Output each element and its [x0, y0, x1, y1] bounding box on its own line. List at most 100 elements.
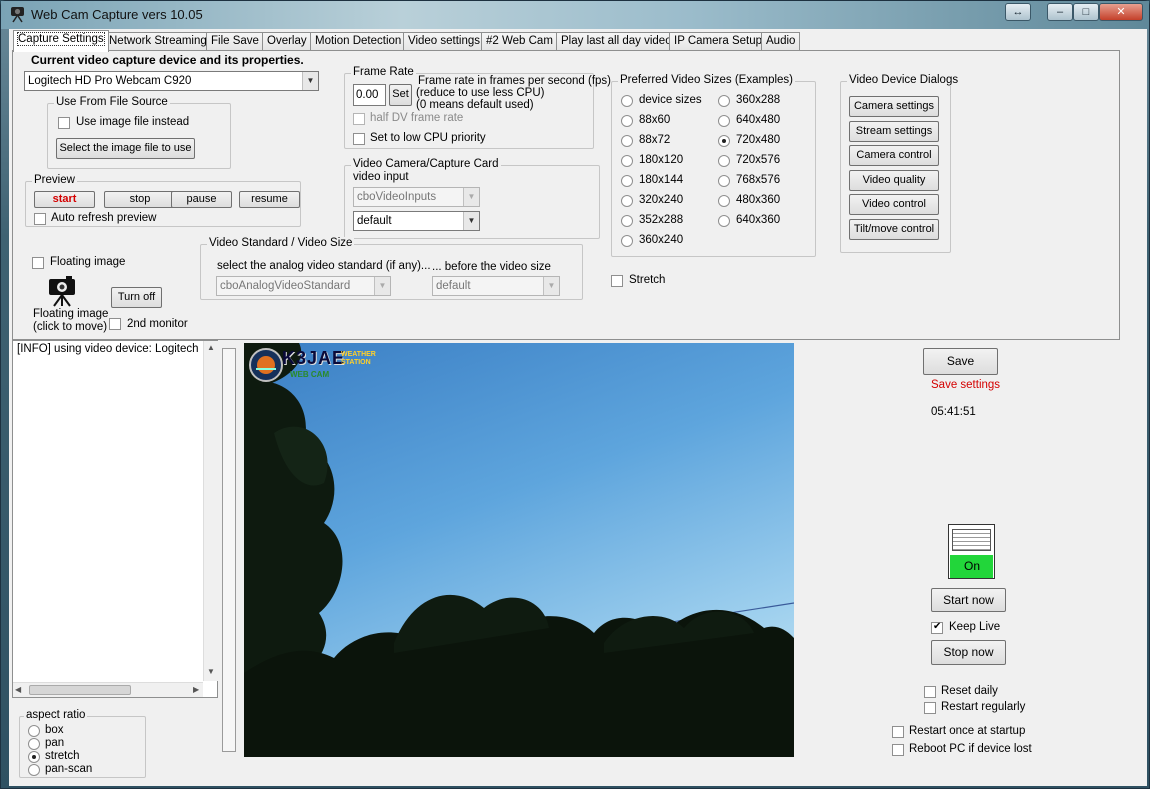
capture-heading: Current video capture device and its pro…: [31, 53, 304, 67]
size-label-360x240: 360x240: [639, 234, 684, 246]
turn-off-button[interactable]: Turn off: [111, 287, 162, 308]
keep-live-checkbox[interactable]: [931, 621, 943, 634]
camera-scene: [244, 343, 794, 757]
scroll-down-icon[interactable]: ▼: [207, 667, 215, 676]
horizontal-scrollbar[interactable]: ◀ ▶: [13, 682, 203, 697]
video-inputs-combo[interactable]: cboVideoInputs ▼: [353, 187, 480, 207]
floating-image-checkbox[interactable]: [32, 257, 44, 269]
tab-2-web-cam[interactable]: #2 Web Cam: [481, 32, 558, 51]
title-bar[interactable]: Web Cam Capture vers 10.05 ↔ – □ ✕: [1, 1, 1149, 29]
tab-network-streaming[interactable]: Network Streaming: [104, 32, 212, 51]
video-control-button[interactable]: Video control: [849, 194, 939, 215]
scroll-left-icon[interactable]: ◀: [15, 685, 21, 694]
video-inputs-value: cboVideoInputs: [357, 191, 437, 203]
size-radio-180x120[interactable]: [621, 155, 633, 167]
tab-capture-settings[interactable]: Capture Settings: [13, 30, 109, 52]
video-size-value: default: [436, 280, 471, 292]
video-size-combo[interactable]: default ▼: [432, 276, 560, 296]
frame-rate-set-button[interactable]: Set: [389, 84, 412, 106]
minimize-button[interactable]: –: [1047, 3, 1073, 21]
tab-play-last-all-day-video[interactable]: Play last all day video: [556, 32, 677, 51]
chevron-down-icon: ▼: [302, 72, 318, 90]
video-quality-button[interactable]: Video quality: [849, 170, 939, 191]
half-dv-label: half DV frame rate: [370, 112, 464, 124]
aspect-radio-pan-scan[interactable]: [28, 764, 40, 776]
preview-start-button[interactable]: start: [34, 191, 95, 208]
camera-settings-button[interactable]: Camera settings: [849, 96, 939, 117]
capture-card-group: Video Camera/Capture Card video input cb…: [344, 158, 600, 239]
auto-refresh-checkbox[interactable]: [34, 213, 46, 225]
stretch-checkbox[interactable]: [611, 275, 623, 287]
second-monitor-checkbox[interactable]: [109, 318, 121, 330]
size-radio-720x576[interactable]: [718, 155, 730, 167]
stop-now-button[interactable]: Stop now: [931, 640, 1006, 665]
on-off-switch[interactable]: On: [948, 524, 995, 579]
close-button[interactable]: ✕: [1099, 3, 1143, 21]
select-image-file-button[interactable]: Select the image file to use: [56, 138, 195, 159]
frame-rate-input[interactable]: 0.00: [353, 84, 386, 106]
half-dv-checkbox[interactable]: [353, 113, 365, 125]
tab-audio[interactable]: Audio: [761, 32, 801, 51]
reset-daily-checkbox[interactable]: [924, 686, 936, 698]
aspect-radio-pan[interactable]: [28, 738, 40, 750]
camera-control-button[interactable]: Camera control: [849, 145, 939, 166]
save-button[interactable]: Save: [923, 348, 998, 375]
scroll-right-icon[interactable]: ▶: [193, 685, 199, 694]
switch-top: [952, 529, 991, 551]
log-list[interactable]: [INFO] using video device: Logitech HD ▲…: [12, 340, 218, 698]
maximize-button[interactable]: □: [1073, 3, 1099, 21]
start-now-button[interactable]: Start now: [931, 588, 1006, 612]
restart-at-startup-checkbox[interactable]: [892, 726, 904, 738]
preview-pause-button[interactable]: pause: [171, 191, 232, 208]
preview-stop-button[interactable]: stop: [104, 191, 176, 208]
size-radio-480x360[interactable]: [718, 195, 730, 207]
low-cpu-checkbox[interactable]: [353, 133, 365, 145]
tab-video-settings[interactable]: Video settings: [403, 32, 486, 51]
aspect-radio-box[interactable]: [28, 725, 40, 737]
scroll-thumb[interactable]: [29, 685, 131, 695]
tab-overlay[interactable]: Overlay: [262, 32, 312, 51]
preview-side-slider[interactable]: [222, 348, 236, 752]
chevron-down-icon: ▼: [374, 277, 390, 295]
tab-file-save[interactable]: File Save: [206, 32, 264, 51]
size-radio-320x240[interactable]: [621, 195, 633, 207]
aspect-radio-stretch[interactable]: [28, 751, 40, 763]
restart-regularly-checkbox[interactable]: [924, 702, 936, 714]
camera-preview-image[interactable]: K3JAE WEATHER STATION WEB CAM: [244, 343, 794, 757]
scroll-up-icon[interactable]: ▲: [207, 343, 215, 352]
analog-standard-value: cboAnalogVideoStandard: [220, 280, 351, 292]
camera-tripod-icon[interactable]: [46, 275, 78, 307]
second-monitor-label: 2nd monitor: [127, 318, 188, 330]
capture-device-combo[interactable]: Logitech HD Pro Webcam C920 ▼: [24, 71, 319, 91]
tilt-move-control-button[interactable]: Tilt/move control: [849, 219, 939, 240]
size-radio-device-sizes[interactable]: [621, 95, 633, 107]
size-radio-360x240[interactable]: [621, 235, 633, 247]
size-radio-640x480[interactable]: [718, 115, 730, 127]
size-radio-88x60[interactable]: [621, 115, 633, 127]
vertical-scrollbar[interactable]: ▲ ▼: [203, 341, 218, 681]
frame-rate-group: Frame Rate 0.00 Set Frame rate in frames…: [344, 66, 611, 149]
stream-settings-button[interactable]: Stream settings: [849, 121, 939, 142]
reboot-pc-checkbox[interactable]: [892, 744, 904, 756]
size-radio-640x360[interactable]: [718, 215, 730, 227]
floating-image-label: Floating image: [50, 256, 126, 268]
size-radio-720x480[interactable]: [718, 135, 730, 147]
preview-resume-button[interactable]: resume: [239, 191, 300, 208]
size-radio-768x576[interactable]: [718, 175, 730, 187]
use-image-file-checkbox[interactable]: [58, 117, 70, 129]
size-radio-360x288[interactable]: [718, 95, 730, 107]
tab-motion-detection[interactable]: Motion Detection: [310, 32, 407, 51]
size-radio-180x144[interactable]: [621, 175, 633, 187]
restore-button[interactable]: ↔: [1005, 3, 1031, 21]
switch-label: On: [964, 559, 981, 573]
tab-ip-camera-setup[interactable]: IP Camera Setup: [669, 32, 768, 51]
size-label-480x360: 480x360: [736, 194, 781, 206]
restart-regularly-label: Restart regularly: [941, 701, 1026, 713]
video-input-default-value: default: [357, 215, 392, 227]
aspect-label-pan-scan: pan-scan: [45, 763, 93, 775]
size-radio-352x288[interactable]: [621, 215, 633, 227]
preferred-sizes-legend: Preferred Video Sizes (Examples): [618, 74, 795, 86]
analog-standard-combo[interactable]: cboAnalogVideoStandard ▼: [216, 276, 391, 296]
video-input-default-combo[interactable]: default ▼: [353, 211, 480, 231]
size-radio-88x72[interactable]: [621, 135, 633, 147]
